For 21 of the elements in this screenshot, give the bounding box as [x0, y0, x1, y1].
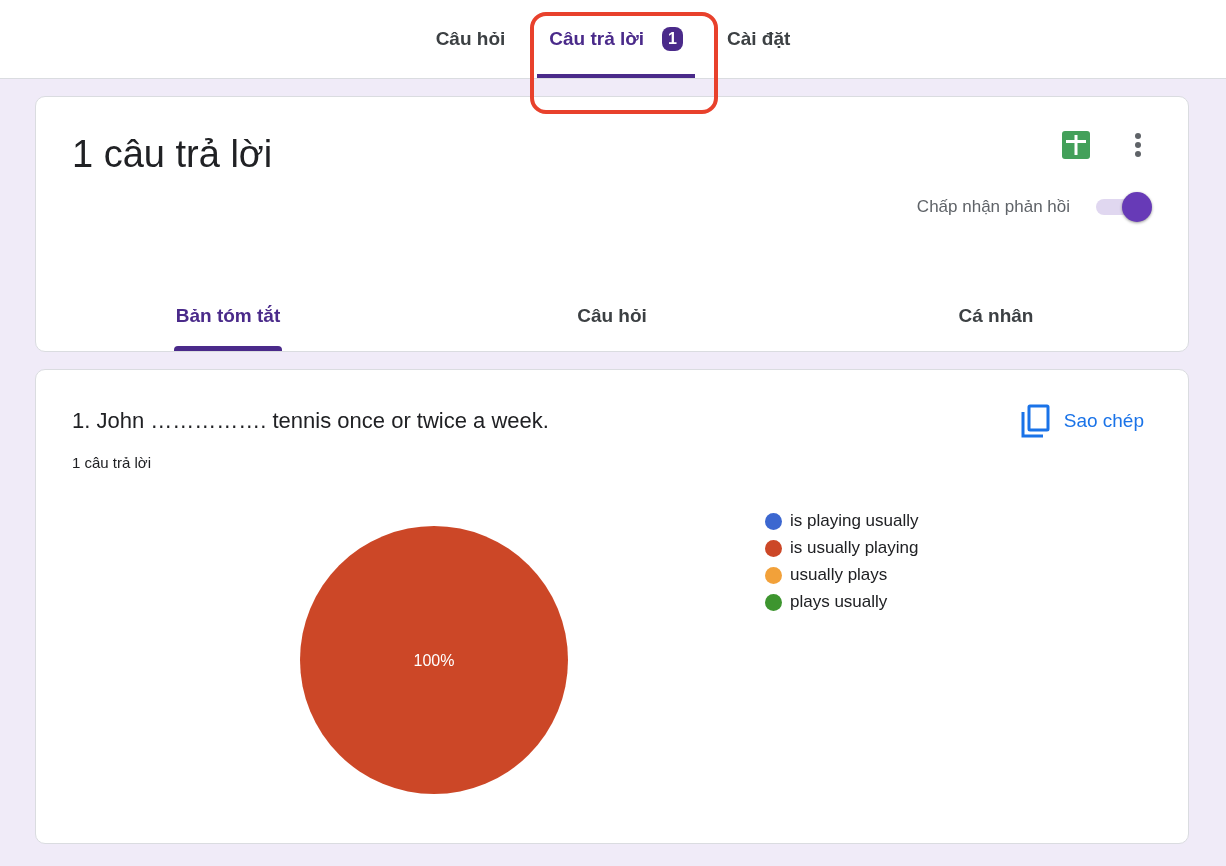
legend-label: usually plays: [790, 565, 888, 585]
tab[interactable]: Cài đặt: [715, 0, 803, 78]
toggle-label: Chấp nhận phản hồi: [916, 197, 1070, 217]
percent-label: 100%: [413, 652, 455, 669]
question-title: 1. John ……………. tennis once or twice a week.: [72, 408, 549, 434]
tab[interactable]: Câu hỏi: [423, 0, 518, 78]
legend-label: plays usually: [790, 592, 888, 612]
spreadsheet-icon[interactable]: [1062, 131, 1090, 159]
tab[interactable]: Bản tóm tắt: [36, 287, 420, 351]
legend-label: is usually playing: [790, 538, 919, 558]
accept-responses-toggle[interactable]: [1096, 192, 1152, 222]
copy-button[interactable]: Sao chép: [1019, 404, 1144, 438]
copy-icon: [1019, 404, 1050, 438]
tab[interactable]: Câu hỏi: [420, 287, 804, 351]
more-options-icon[interactable]: [1134, 132, 1142, 158]
tab[interactable]: Cá nhân: [804, 287, 1188, 351]
count-badge: 1: [662, 27, 683, 51]
response-count: 1 câu trả lời: [72, 454, 153, 471]
legend-label: is playing usually: [790, 511, 919, 531]
response-count: 1 câu trả lời: [72, 133, 273, 176]
tab[interactable]: Câu trả lời 1: [537, 0, 695, 78]
